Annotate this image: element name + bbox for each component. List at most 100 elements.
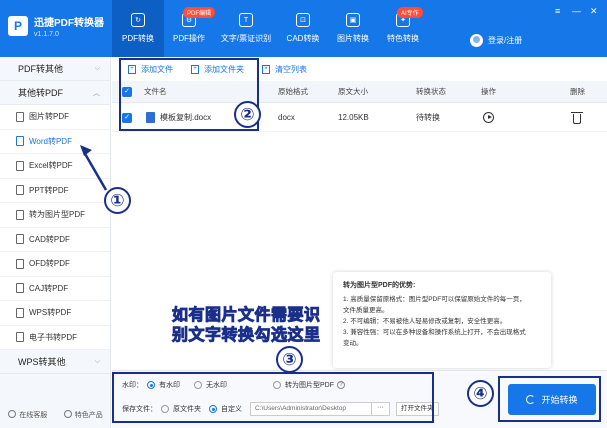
start-convert-button[interactable]: 开始转换 xyxy=(508,384,596,415)
tab-label: 图片转换 xyxy=(337,34,369,43)
radio-label: 原文件夹 xyxy=(173,406,201,413)
tab-pdf-convert[interactable]: ↻ PDF转换 xyxy=(112,0,164,57)
radio-icon xyxy=(194,381,202,389)
file-toolbar: + 添加文件 + 添加文件夹 × 清空列表 xyxy=(112,57,607,81)
tooltip-line: 2. 不可编辑：不易被他人轻易修改或复制，安全性更高。 xyxy=(343,318,507,325)
clear-list-button[interactable]: × 清空列表 xyxy=(262,64,307,75)
sidebar-item-image-type-pdf[interactable]: 转为图片型PDF xyxy=(0,203,110,228)
help-icon[interactable]: ? xyxy=(337,381,345,389)
tab-pdf-operation[interactable]: PDF编辑 ⚙ PDF操作 xyxy=(164,0,216,57)
item-label: Word转PDF xyxy=(29,136,72,146)
delete-button[interactable] xyxy=(571,104,583,131)
file-name-cell: 模板复制.docx xyxy=(146,104,211,131)
chevron-down-icon: ⌵ xyxy=(94,357,100,365)
refresh-icon xyxy=(526,395,536,404)
select-all-checkbox[interactable]: ✓ xyxy=(122,81,132,102)
header-size: 原文大小 xyxy=(338,87,368,96)
annotation-number-3: ③ xyxy=(276,346,303,373)
app-name: 迅捷PDF转换器 xyxy=(34,18,104,29)
image-icon: ▣ xyxy=(346,13,360,27)
play-button[interactable] xyxy=(483,104,494,131)
word-file-icon xyxy=(146,112,155,123)
sidebar-item-excel-to-pdf[interactable]: Excel转PDF xyxy=(0,154,110,179)
annotation-number-1: ① xyxy=(104,187,131,214)
clear-icon: × xyxy=(262,64,270,74)
sidebar-item-image-to-pdf[interactable]: 图片转PDF xyxy=(0,105,110,130)
tab-label: PDF转换 xyxy=(122,34,154,43)
tooltip-title: 转为图片型PDF的优势: xyxy=(343,282,416,289)
sidebar-item-caj-to-pdf[interactable]: CAJ转PDF xyxy=(0,276,110,301)
tab-label: 特色转换 xyxy=(387,34,419,43)
link-label: 特色产品 xyxy=(74,412,103,419)
file-icon xyxy=(16,307,24,318)
tab-label: PDF操作 xyxy=(173,34,205,43)
refresh-icon: ↻ xyxy=(131,13,145,27)
sidebar-group-other-to-pdf[interactable]: 其他转PDF ︿ xyxy=(0,81,110,105)
item-label: PPT转PDF xyxy=(29,185,69,195)
item-label: OFD转PDF xyxy=(29,259,70,269)
file-table-header: ✓ 文件名 原始格式 原文大小 转换状态 操作 删除 xyxy=(112,81,607,103)
annotation-caption-line1: 如有图片文件需要识 xyxy=(172,307,321,325)
group-label: WPS转其他 xyxy=(18,357,66,367)
login-button[interactable]: 登录/注册 xyxy=(470,34,522,47)
tab-image-convert[interactable]: ▣ 图片转换 xyxy=(328,0,378,57)
sidebar-item-ppt-to-pdf[interactable]: PPT转PDF xyxy=(0,178,110,203)
online-service-link[interactable]: 在线客服 xyxy=(8,410,47,420)
file-icon xyxy=(16,332,24,343)
annotation-number-4: ④ xyxy=(467,380,494,407)
watermark-off-radio[interactable]: 无水印 xyxy=(194,380,227,390)
save-label: 保存文件： xyxy=(122,406,157,413)
sidebar-item-word-to-pdf[interactable]: Word转PDF xyxy=(0,129,110,154)
sidebar-item-wps-to-pdf[interactable]: WPS转PDF xyxy=(0,301,110,326)
close-icon[interactable]: ✕ xyxy=(590,6,598,17)
tab-special-convert[interactable]: AI专作 ✦ 特色转换 xyxy=(378,0,428,57)
row-checkbox[interactable]: ✓ xyxy=(122,104,132,131)
image-pdf-checkbox[interactable]: 转为图片型PDF? xyxy=(273,380,345,390)
featured-products-link[interactable]: 特色产品 xyxy=(63,410,103,420)
image-pdf-tooltip: 转为图片型PDF的优势: 1. 高质量保留原格式：图片型PDF可以保留原始文件的… xyxy=(333,272,551,368)
table-row[interactable]: ✓ 模板复制.docx docx 12.05KB 待转换 xyxy=(112,104,607,132)
file-icon xyxy=(16,160,24,171)
sidebar-item-ofd-to-pdf[interactable]: OFD转PDF xyxy=(0,252,110,277)
add-folder-icon: + xyxy=(191,64,199,74)
radio-selected-icon xyxy=(209,405,217,413)
output-path-field[interactable]: C:\Users\Administrator\Desktop xyxy=(250,402,372,416)
sidebar-group-wps-to-other[interactable]: WPS转其他 ⌵ xyxy=(0,350,110,374)
sidebar-group-pdf-to-other[interactable]: PDF转其他 ⌵ xyxy=(0,57,110,81)
add-folder-button[interactable]: + 添加文件夹 xyxy=(191,64,244,75)
browse-button[interactable]: ··· xyxy=(372,402,390,416)
minimize-icon[interactable]: — xyxy=(572,6,581,16)
tooltip-line: 3. 兼容性强：可以在多种设备和操作系统上打开，不会出现格式 xyxy=(343,329,526,336)
check-icon: ✓ xyxy=(122,112,132,123)
tab-text-recognition[interactable]: T 文字/票证识别 xyxy=(214,0,278,57)
menu-icon[interactable]: ≡ xyxy=(555,6,560,16)
add-file-icon: + xyxy=(128,64,136,74)
sidebar-item-ebook-to-pdf[interactable]: 电子书转PDF xyxy=(0,325,110,350)
item-label: 图片转PDF xyxy=(29,112,69,122)
logo-icon: P xyxy=(8,16,28,36)
sidebar-item-cad-to-pdf[interactable]: CAD转PDF xyxy=(0,227,110,252)
save-source-radio[interactable]: 原文件夹 xyxy=(161,404,201,414)
watermark-label: 水印： xyxy=(122,382,143,389)
watermark-on-radio[interactable]: 有水印 xyxy=(147,380,180,390)
file-icon xyxy=(16,185,24,196)
header-action: 操作 xyxy=(481,87,496,96)
group-label: PDF转其他 xyxy=(18,64,64,74)
file-icon xyxy=(16,136,24,147)
file-name: 模板复制.docx xyxy=(160,113,212,122)
trash-icon xyxy=(571,111,583,124)
file-format: docx xyxy=(278,113,295,122)
item-label: WPS转PDF xyxy=(29,308,72,318)
ai-badge: AI专作 xyxy=(397,7,423,18)
file-size: 12.05KB xyxy=(338,113,369,122)
add-file-button[interactable]: + 添加文件 xyxy=(128,64,173,75)
item-label: 转为图片型PDF xyxy=(29,210,85,220)
save-custom-radio[interactable]: 自定义 xyxy=(209,404,242,414)
file-icon xyxy=(16,258,24,269)
tab-cad-convert[interactable]: ⊡ CAD转换 xyxy=(278,0,328,57)
item-label: CAD转PDF xyxy=(29,234,70,244)
button-label: 清空列表 xyxy=(275,64,307,74)
avatar-icon xyxy=(470,34,483,47)
open-folder-button[interactable]: 打开文件夹 xyxy=(396,402,439,416)
app-version: v1.1.7.0 xyxy=(34,31,59,38)
